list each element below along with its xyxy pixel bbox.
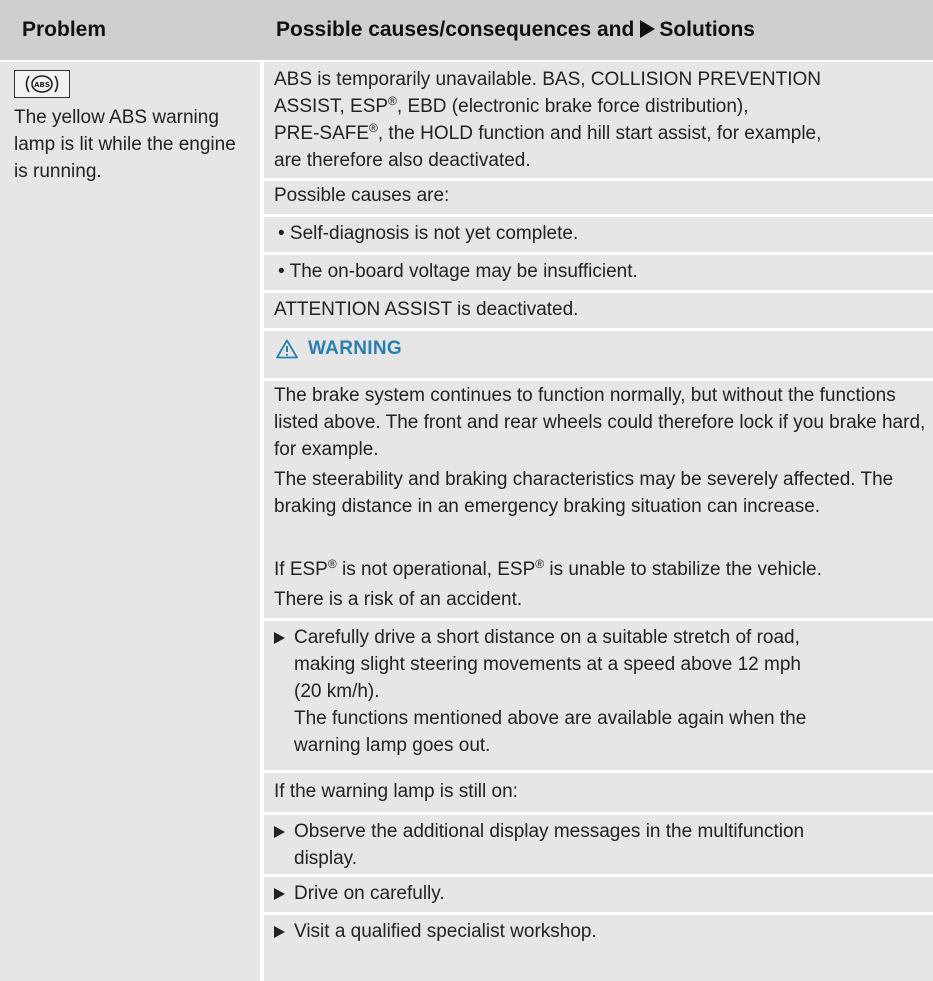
divider [264,214,933,217]
svg-text:ABS: ABS [34,81,50,89]
warning-paragraph-1: The brake system continues to function n… [274,385,926,460]
step-1-line-3: (20 km/h). [294,681,380,702]
header-causes-solutions: Possible causes/consequences and Solution… [276,18,755,42]
intro-line-3: PRE-SAFE®, the HOLD function and hill st… [274,120,926,147]
divider [264,770,933,773]
solutions-arrow-icon [640,20,656,38]
intro-paragraph: ABS is temporarily unavailable. BAS, COL… [274,66,926,174]
step-4-text: Visit a qualified specialist workshop. [294,921,597,942]
step-1-line-1: Carefully drive a short distance on a su… [294,627,800,648]
header-solutions: Solutions [659,18,755,41]
warning-p3a: If ESP [274,559,328,580]
registered-mark: ® [369,121,378,135]
divider [264,618,933,621]
causes-solutions-cell: ABS is temporarily unavailable. BAS, COL… [264,62,933,981]
divider [264,328,933,331]
divider [264,874,933,877]
step-1-line-5: warning lamp goes out. [294,735,491,756]
still-on-intro: If the warning lamp is still on: [274,781,518,802]
warning-paragraph-4: There is a risk of an accident. [274,589,523,610]
step-drive-short-distance: Carefully drive a short distance on a su… [274,624,926,759]
warning-triangle-icon [276,339,298,359]
divider [264,378,933,381]
intro-line-2a: ASSIST, ESP [274,96,389,117]
divider [264,252,933,255]
step-3-text: Drive on carefully. [294,883,445,904]
divider [264,912,933,915]
intro-line-3b: , the HOLD function and hill start assis… [377,123,822,144]
step-2-line-2: display. [294,848,358,869]
intro-line-1: ABS is temporarily unavailable. BAS, COL… [274,69,821,90]
step-2-line-1: Observe the additional display messages … [294,821,805,842]
registered-mark: ® [535,557,545,571]
problem-description: The yellow ABS warning lamp is lit while… [14,107,236,182]
step-arrow-icon [274,632,285,644]
header-causes: Possible causes/consequences and [276,18,635,41]
intro-line-4: are therefore also deactivated. [274,150,531,171]
warning-paragraph-2: The steerability and braking characteris… [274,469,894,517]
abs-warning-lamp-icon: ABS [14,70,70,98]
attention-assist-note: ATTENTION ASSIST is deactivated. [274,299,579,320]
step-1-line-2: making slight steering movements at a sp… [294,654,801,675]
intro-line-2b: , EBD (electronic brake force distributi… [396,96,749,117]
problem-cell: ABS The yellow ABS warning lamp is lit w… [0,62,260,981]
step-arrow-icon [274,826,285,838]
table-header: Problem Possible causes/consequences and… [0,0,933,60]
step-arrow-icon [274,926,285,938]
intro-line-2: ASSIST, ESP®, EBD (electronic brake forc… [274,93,926,120]
registered-mark: ® [388,94,397,108]
divider [264,178,933,181]
divider [264,290,933,293]
warning-title: WARNING [308,338,402,359]
step-arrow-icon [274,888,285,900]
step-1-text: Carefully drive a short distance on a su… [294,624,926,759]
step-2-text: Observe the additional display messages … [294,818,926,872]
divider [264,812,933,815]
intro-line-3a: PRE-SAFE [274,123,370,144]
warning-paragraph-3: If ESP® is not operational, ESP® is unab… [274,556,926,583]
step-observe-messages: Observe the additional display messages … [274,818,926,872]
cause-bullet-2: • The on-board voltage may be insufficie… [278,261,638,282]
causes-intro: Possible causes are: [274,185,450,206]
step-visit-workshop: Visit a qualified specialist workshop. [274,918,926,945]
manual-page: Problem Possible causes/consequences and… [0,0,933,981]
warning-p3b: is not operational, ESP [336,559,536,580]
step-drive-carefully: Drive on carefully. [274,880,926,907]
warning-heading: WARNING [276,338,402,360]
step-1-line-4: The functions mentioned above are availa… [294,708,807,729]
cause-bullet-1: • Self-diagnosis is not yet complete. [278,223,579,244]
header-problem: Problem [22,18,107,41]
warning-p3c: is unable to stabilize the vehicle. [544,559,822,580]
registered-mark: ® [327,557,337,571]
